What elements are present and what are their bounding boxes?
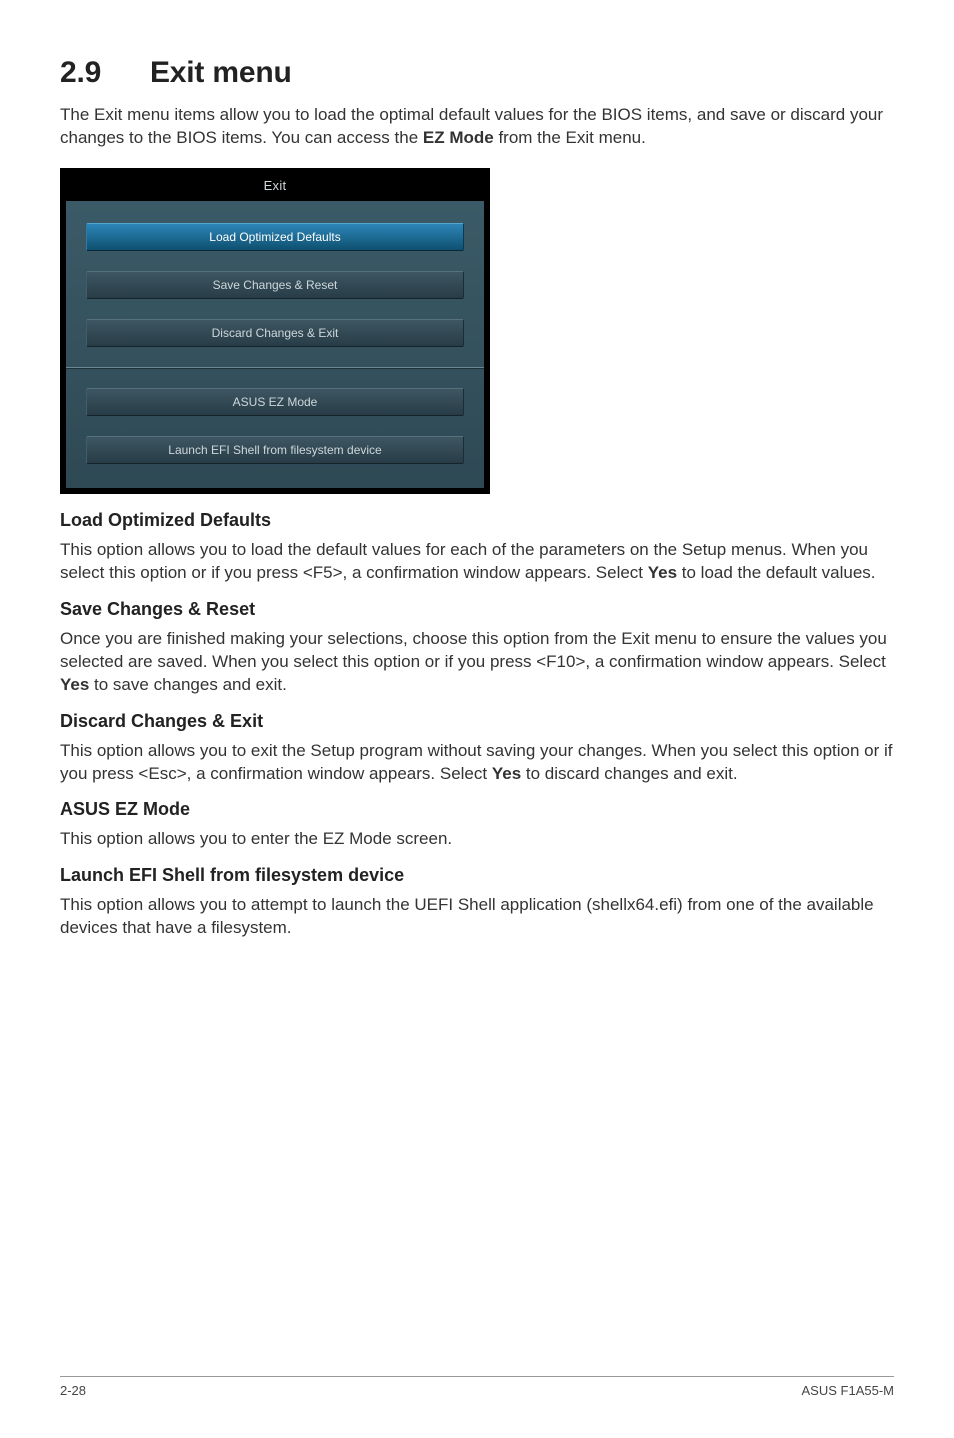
intro-text-after: from the Exit menu. xyxy=(494,128,646,147)
footer-model: ASUS F1A55-M xyxy=(802,1383,894,1398)
bios-btn-launch-efi-shell[interactable]: Launch EFI Shell from filesystem device xyxy=(86,436,464,464)
save-p1a: Once you are finished making your select… xyxy=(60,629,887,671)
para-discard-changes-exit: This option allows you to exit the Setup… xyxy=(60,740,894,786)
bios-exit-dialog: Exit Load Optimized Defaults Save Change… xyxy=(60,168,490,494)
heading-launch-efi-shell: Launch EFI Shell from filesystem device xyxy=(60,865,894,886)
heading-discard-changes-exit: Discard Changes & Exit xyxy=(60,711,894,732)
bios-btn-discard-changes-exit[interactable]: Discard Changes & Exit xyxy=(86,319,464,347)
save-p1c: to save changes and exit. xyxy=(89,675,287,694)
discard-p1a: This option allows you to exit the Setup… xyxy=(60,741,893,783)
section-number: 2.9 xyxy=(60,56,150,90)
para-save-changes-reset: Once you are finished making your select… xyxy=(60,628,894,697)
bios-btn-save-changes-reset[interactable]: Save Changes & Reset xyxy=(86,271,464,299)
intro-paragraph: The Exit menu items allow you to load th… xyxy=(60,104,894,150)
footer-page-number: 2-28 xyxy=(60,1383,86,1398)
discard-p1b: Yes xyxy=(492,764,521,783)
bios-title-bar: Exit xyxy=(66,174,484,201)
heading-asus-ez-mode: ASUS EZ Mode xyxy=(60,799,894,820)
load-p1c: to load the default values. xyxy=(677,563,875,582)
bios-btn-load-optimized-defaults[interactable]: Load Optimized Defaults xyxy=(86,223,464,251)
page-footer: 2-28 ASUS F1A55-M xyxy=(60,1376,894,1398)
para-launch-efi-shell: This option allows you to attempt to lau… xyxy=(60,894,894,940)
intro-bold: EZ Mode xyxy=(423,128,494,147)
page-title: 2.9Exit menu xyxy=(60,56,894,90)
heading-save-changes-reset: Save Changes & Reset xyxy=(60,599,894,620)
heading-load-optimized-defaults: Load Optimized Defaults xyxy=(60,510,894,531)
para-asus-ez-mode: This option allows you to enter the EZ M… xyxy=(60,828,894,851)
para-load-optimized-defaults: This option allows you to load the defau… xyxy=(60,539,894,585)
discard-p1c: to discard changes and exit. xyxy=(521,764,737,783)
bios-body: Load Optimized Defaults Save Changes & R… xyxy=(66,201,484,488)
bios-separator xyxy=(66,367,484,368)
load-p1b: Yes xyxy=(648,563,677,582)
bios-btn-asus-ez-mode[interactable]: ASUS EZ Mode xyxy=(86,388,464,416)
section-title: Exit menu xyxy=(150,56,292,89)
save-p1b: Yes xyxy=(60,675,89,694)
